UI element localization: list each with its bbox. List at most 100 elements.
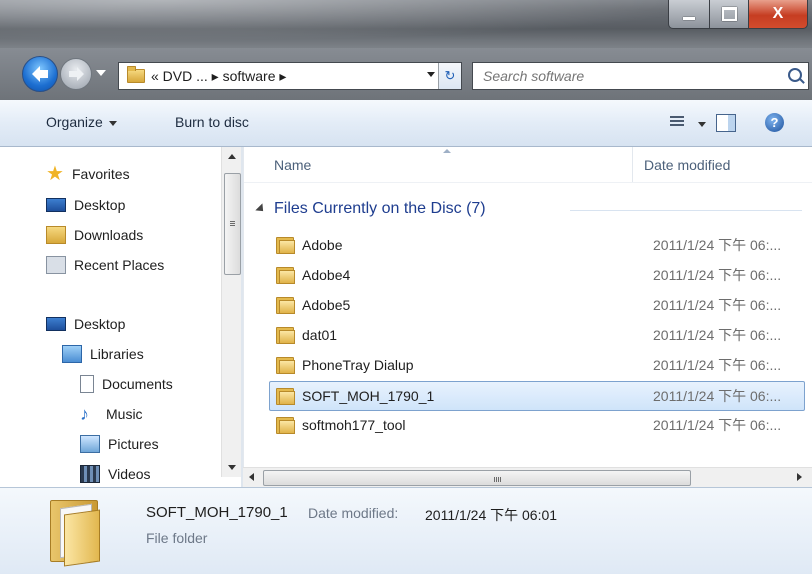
file-row-selected[interactable]: SOFT_MOH_1790_1 2011/1/24 下午 06:... xyxy=(269,381,805,411)
refresh-icon: ↻ xyxy=(444,68,456,83)
nav-videos[interactable]: Videos xyxy=(80,461,151,487)
scroll-grip-icon xyxy=(230,221,235,227)
nav-recent-places[interactable]: Recent Places xyxy=(46,252,164,278)
documents-icon xyxy=(80,375,94,393)
search-icon[interactable] xyxy=(788,68,802,82)
help-icon[interactable]: ? xyxy=(765,113,784,132)
view-options-dropdown[interactable] xyxy=(698,122,706,127)
back-arrow-icon xyxy=(32,66,48,82)
search-input[interactable] xyxy=(481,67,765,85)
navigation-pane: ★ Favorites Desktop Downloads Recent Pla… xyxy=(0,147,243,487)
maximize-button[interactable] xyxy=(710,0,749,29)
burn-to-disc-button[interactable]: Burn to disc xyxy=(175,114,249,130)
file-list: Name Date modified Files Currently on th… xyxy=(243,147,812,487)
file-date: 2011/1/24 下午 06:... xyxy=(653,237,782,253)
file-list-horizontal-scrollbar[interactable] xyxy=(243,467,812,488)
details-date-label: Date modified: xyxy=(308,505,399,521)
scroll-up-icon[interactable] xyxy=(228,154,236,159)
forward-arrow-icon xyxy=(69,67,84,81)
help-label: ? xyxy=(770,115,779,130)
nav-libraries-label: Libraries xyxy=(90,346,144,362)
search-box[interactable] xyxy=(472,62,809,90)
music-icon: ♪ xyxy=(80,404,89,424)
folder-icon xyxy=(276,267,295,284)
nav-desktop[interactable]: Desktop xyxy=(46,311,125,337)
file-name: softmoh177_tool xyxy=(302,417,406,433)
minimize-icon xyxy=(683,16,695,20)
scroll-right-icon[interactable] xyxy=(797,473,802,481)
nav-desktop-favorite[interactable]: Desktop xyxy=(46,192,125,218)
file-name: Adobe xyxy=(302,237,343,253)
desktop-icon xyxy=(46,317,66,331)
nav-pictures[interactable]: Pictures xyxy=(80,431,159,457)
nav-documents[interactable]: Documents xyxy=(80,371,173,397)
videos-icon xyxy=(80,465,100,483)
command-bar: Organize Burn to disc ? xyxy=(0,100,812,147)
nav-music[interactable]: ♪ Music xyxy=(80,401,143,427)
pictures-icon xyxy=(80,435,100,453)
libraries-icon xyxy=(62,345,82,363)
nav-pane-scrollbar[interactable] xyxy=(221,147,242,477)
horizontal-scroll-thumb[interactable] xyxy=(263,470,691,486)
group-header-label: Files Currently on the Disc (7) xyxy=(274,200,486,217)
breadcrumb[interactable]: « DVD ... ▸ software ▸ xyxy=(151,68,286,85)
desktop-icon xyxy=(46,198,66,212)
file-row[interactable]: softmoh177_tool 2011/1/24 下午 06:... xyxy=(270,411,802,439)
nav-downloads-label: Downloads xyxy=(74,227,144,243)
nav-desktop-label: Desktop xyxy=(74,316,126,332)
address-history-dropdown[interactable] xyxy=(427,72,435,77)
column-header-date-modified[interactable]: Date modified xyxy=(644,157,730,173)
scroll-thumb[interactable] xyxy=(224,173,241,275)
forward-button[interactable] xyxy=(60,58,92,90)
folder-icon xyxy=(276,327,295,344)
file-row[interactable]: Adobe 2011/1/24 下午 06:... xyxy=(270,231,802,259)
file-date: 2011/1/24 下午 06:... xyxy=(653,297,782,313)
nav-favorites-label: Favorites xyxy=(72,166,130,182)
nav-downloads[interactable]: Downloads xyxy=(46,222,143,248)
back-button[interactable] xyxy=(22,56,58,92)
title-bar[interactable]: X xyxy=(0,0,812,48)
scroll-down-icon[interactable] xyxy=(228,465,236,470)
address-bar[interactable]: « DVD ... ▸ software ▸ ↻ xyxy=(118,62,462,90)
file-row[interactable]: Adobe4 2011/1/24 下午 06:... xyxy=(270,261,802,289)
recent-pages-dropdown[interactable] xyxy=(96,70,106,76)
folder-icon xyxy=(127,66,145,83)
recent-places-icon xyxy=(46,256,66,274)
group-header[interactable]: Files Currently on the Disc (7) xyxy=(255,197,486,221)
minimize-button[interactable] xyxy=(668,0,710,29)
file-name: dat01 xyxy=(302,327,338,343)
file-row[interactable]: dat01 2011/1/24 下午 06:... xyxy=(270,321,802,349)
burn-to-disc-label: Burn to disc xyxy=(175,114,249,130)
nav-desktop-favorite-label: Desktop xyxy=(74,197,126,213)
nav-libraries[interactable]: Libraries xyxy=(62,341,144,367)
file-name: Adobe4 xyxy=(302,267,351,283)
change-view-icon[interactable] xyxy=(670,116,684,128)
column-header-row: Name Date modified xyxy=(244,147,812,183)
details-date-value: 2011/1/24 下午 06:01 xyxy=(425,507,558,523)
large-folder-icon xyxy=(46,496,104,567)
folder-icon xyxy=(276,297,295,314)
nav-favorites[interactable]: ★ Favorites xyxy=(46,161,130,187)
nav-music-label: Music xyxy=(106,406,143,422)
caption-buttons: X xyxy=(668,0,808,30)
scroll-left-icon[interactable] xyxy=(249,473,254,481)
file-row[interactable]: Adobe5 2011/1/24 下午 06:... xyxy=(270,291,802,319)
file-name: SOFT_MOH_1790_1 xyxy=(302,388,435,404)
close-button[interactable]: X xyxy=(749,0,808,29)
column-header-name[interactable]: Name xyxy=(274,157,311,173)
nav-documents-label: Documents xyxy=(102,376,173,392)
downloads-icon xyxy=(46,226,66,244)
explorer-window: X « DVD ... ▸ software ▸ ↻ Search softwa… xyxy=(0,0,812,574)
nav-recent-places-label: Recent Places xyxy=(74,257,165,273)
preview-pane-icon[interactable] xyxy=(716,114,736,132)
star-icon: ★ xyxy=(46,163,64,185)
organize-label: Organize xyxy=(46,114,103,130)
sort-ascending-icon xyxy=(443,149,451,153)
refresh-button[interactable]: ↻ xyxy=(438,63,461,89)
organize-button[interactable]: Organize xyxy=(46,114,117,130)
column-divider[interactable] xyxy=(632,147,633,182)
details-item-name: SOFT_MOH_1790_1 xyxy=(146,504,288,521)
file-row[interactable]: PhoneTray Dialup 2011/1/24 下午 06:... xyxy=(270,351,802,379)
file-name: Adobe5 xyxy=(302,297,351,313)
collapse-group-icon[interactable] xyxy=(255,203,267,215)
